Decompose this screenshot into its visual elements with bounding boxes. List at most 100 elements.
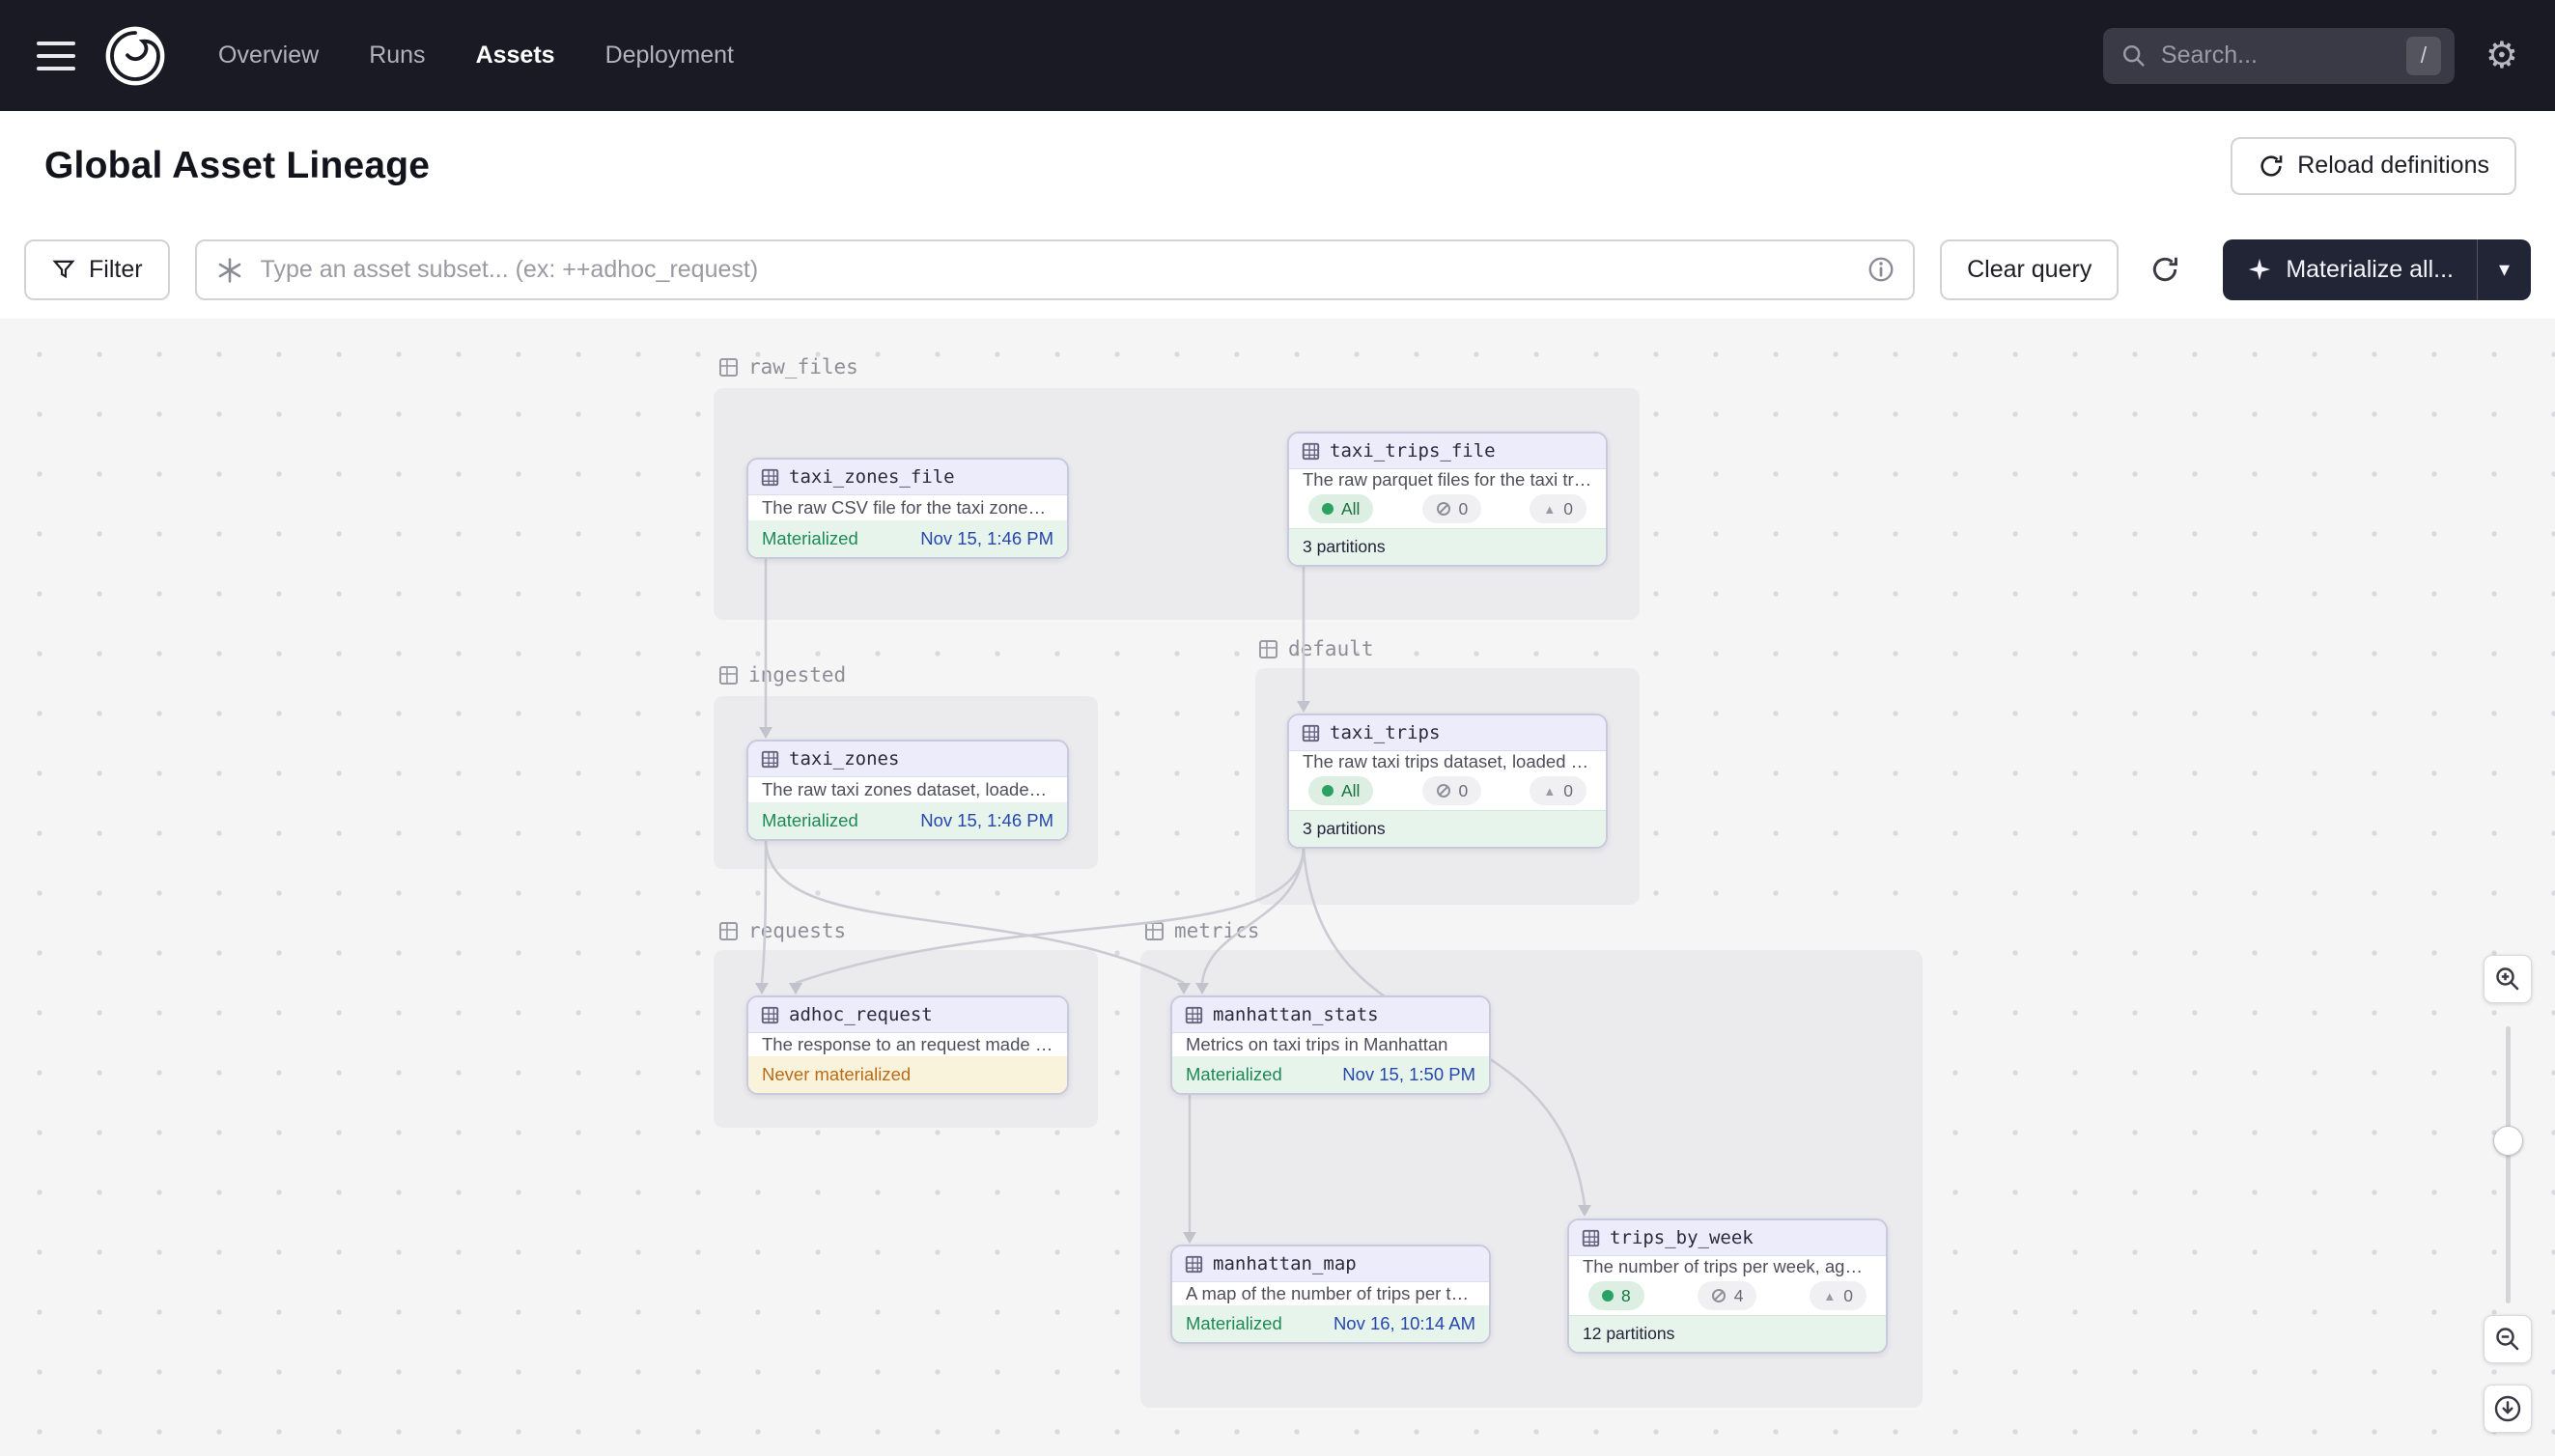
asset-node-taxi-zones[interactable]: taxi_zones The raw taxi zones dataset, l… [746,740,1069,841]
materialize-options-caret[interactable]: ▾ [2477,239,2531,300]
group-label-requests[interactable]: requests [718,919,846,942]
materialized-count-badge[interactable]: All [1308,494,1373,523]
table-icon [761,1006,779,1024]
asset-name: adhoc_request [789,1004,933,1025]
asset-node-header[interactable]: taxi_trips [1289,715,1606,751]
failed-count-badge[interactable]: 0 [1422,494,1482,523]
asset-status-row: Materialized Nov 15, 1:46 PM [748,520,1067,557]
asset-node-manhattan-map[interactable]: manhattan_map A map of the number of tri… [1170,1245,1491,1344]
reload-definitions-button[interactable]: Reload definitions [2231,137,2516,195]
search-input[interactable] [2161,42,2393,70]
asset-status-row: Materialized Nov 16, 10:14 AM [1172,1305,1489,1342]
partition-badges: All 0 ▲0 [1289,771,1606,810]
zoom-in-button[interactable] [2484,955,2532,1003]
table-icon [1302,442,1320,461]
asset-node-header[interactable]: manhattan_map [1172,1246,1489,1282]
asset-node-trips-by-week[interactable]: trips_by_week The number of trips per we… [1567,1218,1888,1354]
global-search[interactable]: / [2103,28,2455,84]
refresh-icon [2258,153,2285,180]
table-icon [1302,724,1320,742]
zoom-slider-handle[interactable] [2493,1126,2523,1156]
asset-description: The number of trips per week, aggreg... [1569,1256,1886,1276]
clear-query-label: Clear query [1967,256,2092,284]
asset-description: The raw parquet files for the taxi trips… [1289,469,1606,490]
asset-node-header[interactable]: trips_by_week [1569,1220,1886,1256]
partitions-footer[interactable]: 3 partitions [1289,810,1606,847]
asset-query-field [195,239,1916,300]
failed-count-badge[interactable]: 0 [1422,776,1482,805]
menu-icon[interactable] [37,42,75,70]
asset-node-taxi-trips[interactable]: taxi_trips The raw taxi trips dataset, l… [1287,714,1608,849]
zoom-in-icon [2493,965,2522,994]
status-label: Never materialized [762,1064,911,1085]
asset-description: The raw CSV file for the taxi zones dat.… [748,495,1067,520]
chevron-down-icon: ▾ [2499,257,2510,282]
zoom-slider-track[interactable] [2506,1026,2511,1303]
green-dot-icon [1602,1290,1614,1302]
search-icon [2120,42,2148,70]
asset-description: A map of the number of trips per taxi z.… [1172,1282,1489,1305]
partitions-footer[interactable]: 12 partitions [1569,1315,1886,1352]
missing-count-badge[interactable]: ▲0 [1530,776,1586,805]
group-grid-icon [1144,921,1165,941]
materialized-count-badge[interactable]: All [1308,776,1373,805]
filter-icon [51,257,76,282]
asset-node-header[interactable]: taxi_zones_file [748,460,1067,495]
table-icon [761,750,779,769]
asset-node-adhoc-request[interactable]: adhoc_request The response to an request… [746,995,1069,1095]
dagster-logo[interactable] [104,25,166,87]
group-label-metrics[interactable]: metrics [1144,919,1260,942]
missing-count-badge[interactable]: ▲0 [1810,1281,1867,1310]
asset-node-header[interactable]: taxi_trips_file [1289,434,1606,469]
asset-node-taxi-zones-file[interactable]: taxi_zones_file The raw CSV file for the… [746,458,1069,559]
nav-link-runs[interactable]: Runs [369,42,425,70]
asset-node-header[interactable]: adhoc_request [748,997,1067,1033]
status-timestamp[interactable]: Nov 15, 1:46 PM [920,810,1053,831]
group-label-default[interactable]: default [1258,637,1374,660]
nav-link-overview[interactable]: Overview [218,42,319,70]
download-image-button[interactable] [2484,1385,2532,1433]
asset-name: trips_by_week [1610,1227,1754,1248]
filter-button[interactable]: Filter [24,239,170,300]
materialized-count-badge[interactable]: 8 [1588,1281,1644,1310]
info-icon[interactable] [1867,255,1895,284]
refresh-query-button[interactable] [2144,248,2186,291]
nav-link-assets[interactable]: Assets [476,42,555,70]
sparkle-icon [2246,256,2273,283]
status-label: Materialized [762,528,858,549]
nav-link-deployment[interactable]: Deployment [605,42,734,70]
primary-nav: Overview Runs Assets Deployment [218,42,734,70]
failed-count-badge[interactable]: 4 [1698,1281,1757,1310]
group-label-ingested[interactable]: ingested [718,663,846,686]
lineage-canvas[interactable]: raw_files ingested default requests metr… [0,319,2555,1456]
partitions-footer[interactable]: 3 partitions [1289,528,1606,565]
zoom-out-button[interactable] [2484,1315,2532,1363]
op-selector-icon [214,255,245,286]
status-label: Materialized [762,810,858,831]
group-label-raw-files[interactable]: raw_files [718,355,858,378]
green-dot-icon [1322,785,1334,797]
status-timestamp[interactable]: Nov 16, 10:14 AM [1334,1313,1475,1334]
warning-triangle-icon: ▲ [1823,1289,1836,1303]
asset-node-manhattan-stats[interactable]: manhattan_stats Metrics on taxi trips in… [1170,995,1491,1095]
asset-status-row: Materialized Nov 15, 1:46 PM [748,802,1067,839]
table-icon [1185,1006,1203,1024]
filter-label: Filter [89,256,143,284]
table-icon [1185,1255,1203,1274]
asset-node-header[interactable]: taxi_zones [748,742,1067,777]
materialize-all-button[interactable]: Materialize all... ▾ [2223,239,2531,300]
status-timestamp[interactable]: Nov 15, 1:50 PM [1342,1064,1475,1085]
status-label: Materialized [1186,1313,1282,1334]
asset-name: manhattan_map [1213,1253,1357,1274]
asset-query-input[interactable] [195,239,1916,300]
top-navbar: Overview Runs Assets Deployment / ⚙ [0,0,2555,111]
status-timestamp[interactable]: Nov 15, 1:46 PM [920,528,1053,549]
missing-count-badge[interactable]: ▲0 [1530,494,1586,523]
refresh-icon [2149,254,2180,285]
clear-query-button[interactable]: Clear query [1940,239,2119,300]
asset-node-taxi-trips-file[interactable]: taxi_trips_file The raw parquet files fo… [1287,432,1608,567]
warning-triangle-icon: ▲ [1543,502,1556,517]
asset-name: taxi_zones [789,748,899,770]
gear-icon[interactable]: ⚙ [2485,38,2518,74]
asset-node-header[interactable]: manhattan_stats [1172,997,1489,1033]
